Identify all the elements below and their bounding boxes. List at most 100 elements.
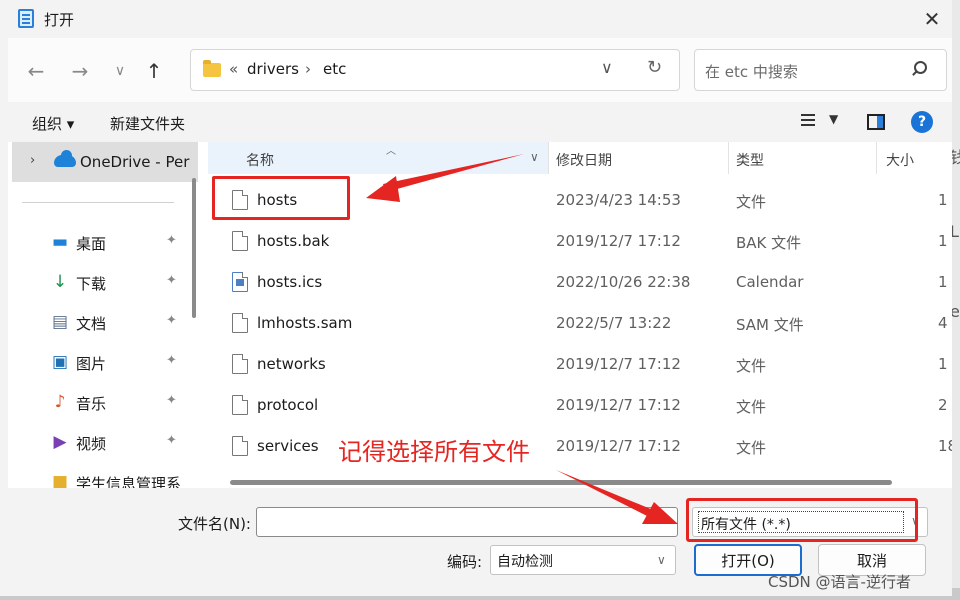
column-filter-dropdown[interactable]: ∨ [530, 150, 539, 164]
video-icon: ▶ [53, 432, 67, 452]
sidebar-item-desktop[interactable]: ▬ 桌面 ✦ [48, 225, 188, 261]
horizontal-scrollbar[interactable] [230, 480, 892, 485]
help-icon[interactable]: ? [911, 111, 933, 133]
pin-icon[interactable]: ✦ [166, 233, 177, 248]
filename-label: 文件名(N): [178, 515, 251, 533]
sidebar-item-music[interactable]: ♪ 音乐 ✦ [48, 385, 188, 421]
file-row-protocol[interactable]: protocol 2019/12/7 17:12 文件 2 [220, 385, 952, 426]
navigation-bar: ← → ∨ ↑ « drivers › etc ∨ ↻ 在 etc 中搜索 [8, 38, 952, 102]
file-icon [232, 313, 248, 333]
file-row-lmhosts-sam[interactable]: lmhosts.sam 2022/5/7 13:22 SAM 文件 4 [220, 303, 952, 344]
file-type: BAK 文件 [736, 234, 802, 252]
column-divider[interactable] [728, 142, 729, 174]
preview-pane-icon[interactable] [867, 114, 885, 130]
column-header-modified[interactable]: 修改日期 [556, 150, 612, 170]
sidebar-scrollbar[interactable] [192, 178, 196, 318]
file-name: networks [257, 355, 326, 373]
sidebar-item-label: 下载 [76, 275, 107, 293]
pin-icon[interactable]: ✦ [166, 313, 177, 328]
pictures-icon: ▣ [51, 352, 69, 372]
file-row-hosts-bak[interactable]: hosts.bak 2019/12/7 17:12 BAK 文件 1 [220, 221, 952, 262]
annotation-highlight-filetype [686, 498, 918, 542]
breadcrumb-overflow[interactable]: « [229, 60, 238, 78]
sort-ascending-icon: ︿ [386, 146, 396, 157]
file-row-hosts-ics[interactable]: hosts.ics 2022/10/26 22:38 Calendar 1 [220, 262, 952, 303]
notepad-icon [18, 9, 34, 28]
file-row-networks[interactable]: networks 2019/12/7 17:12 文件 1 [220, 344, 952, 385]
close-button[interactable]: ✕ [912, 0, 952, 38]
file-modified: 2019/12/7 17:12 [556, 437, 681, 455]
file-type: 文件 [736, 357, 767, 375]
file-row-services[interactable]: services 2019/12/7 17:12 文件 18 [220, 426, 952, 467]
folder-icon [203, 60, 221, 77]
file-modified: 2022/5/7 13:22 [556, 314, 672, 332]
breadcrumb-drivers[interactable]: drivers [247, 60, 299, 78]
sidebar-item-documents[interactable]: ▤ 文档 ✦ [48, 305, 188, 341]
sidebar-item-videos[interactable]: ▶ 视频 ✦ [48, 425, 188, 461]
encoding-value: 自动检测 [497, 554, 553, 570]
sidebar-item-label: 音乐 [76, 395, 107, 413]
pin-icon[interactable]: ✦ [166, 273, 177, 288]
sidebar-divider [22, 202, 174, 203]
encoding-select[interactable]: 自动检测 ∨ [490, 545, 676, 575]
address-bar[interactable]: « drivers › etc ∨ ↻ [190, 49, 680, 91]
up-button[interactable]: ↑ [140, 58, 168, 84]
file-modified: 2023/4/23 14:53 [556, 191, 681, 209]
chevron-down-icon[interactable]: ∨ [657, 553, 666, 567]
pin-icon[interactable]: ✦ [166, 353, 177, 368]
file-size: 1 [938, 355, 948, 373]
file-type: 文件 [736, 398, 767, 416]
column-divider[interactable] [548, 142, 549, 174]
file-size: 1 [938, 191, 948, 209]
file-size: 4 [938, 314, 948, 332]
column-header-type[interactable]: 类型 [736, 150, 764, 170]
file-size: 18 [938, 437, 952, 455]
recent-locations-button[interactable]: ∨ [106, 58, 134, 84]
watermark: CSDN @语言-逆行者 [768, 573, 911, 591]
column-header-size[interactable]: 大小 [886, 150, 914, 170]
back-button[interactable]: ← [22, 58, 50, 84]
organize-menu[interactable]: 组织 ▾ [32, 113, 74, 134]
command-bar: 组织 ▾ 新建文件夹 ▼ ? [8, 102, 952, 142]
sidebar-item-pictures[interactable]: ▣ 图片 ✦ [48, 345, 188, 381]
search-placeholder: 在 etc 中搜索 [705, 63, 798, 81]
document-icon: ▤ [51, 312, 69, 332]
file-icon [232, 354, 248, 374]
search-input[interactable]: 在 etc 中搜索 [694, 49, 947, 91]
breadcrumb-etc[interactable]: etc [323, 60, 346, 78]
forward-button[interactable]: → [66, 58, 94, 84]
calendar-file-icon [232, 272, 248, 292]
file-name: lmhosts.sam [257, 314, 353, 332]
file-modified: 2019/12/7 17:12 [556, 355, 681, 373]
file-type: 文件 [736, 193, 767, 211]
new-folder-button[interactable]: 新建文件夹 [110, 113, 185, 134]
encoding-label: 编码: [447, 553, 483, 571]
pin-icon[interactable]: ✦ [166, 393, 177, 408]
column-header-row: 名称 ︿ ∨ 修改日期 类型 大小 [208, 142, 952, 174]
chevron-right-icon[interactable]: › [30, 153, 35, 168]
music-icon: ♪ [54, 392, 66, 412]
search-icon[interactable] [911, 61, 927, 75]
view-options-dropdown[interactable]: ▼ [829, 112, 838, 126]
sidebar-item-student-system[interactable]: ■ 学生信息管理系 [48, 465, 188, 488]
filename-input[interactable] [256, 507, 678, 537]
view-list-icon[interactable] [801, 114, 817, 128]
refresh-icon[interactable]: ↻ [647, 57, 662, 78]
sidebar-item-label: 文档 [76, 315, 107, 333]
column-divider[interactable] [876, 142, 877, 174]
file-name: protocol [257, 396, 319, 414]
file-size: 1 [938, 232, 948, 250]
file-icon [232, 231, 248, 251]
download-icon: ↓ [52, 272, 68, 292]
pin-icon[interactable]: ✦ [166, 433, 177, 448]
annotation-highlight-hosts [212, 176, 350, 220]
file-name: hosts.ics [257, 273, 323, 291]
column-header-name[interactable]: 名称 ︿ ∨ [208, 142, 548, 174]
onedrive-cloud-icon [54, 150, 76, 167]
address-history-dropdown[interactable]: ∨ [601, 58, 613, 77]
sidebar-item-label: 学生信息管理系 [76, 475, 182, 488]
sidebar-item-onedrive[interactable]: › OneDrive - Per [12, 142, 198, 182]
sidebar-item-label: OneDrive - Per [80, 153, 190, 171]
column-label: 名称 [246, 153, 274, 169]
sidebar-item-downloads[interactable]: ↓ 下载 ✦ [48, 265, 188, 301]
